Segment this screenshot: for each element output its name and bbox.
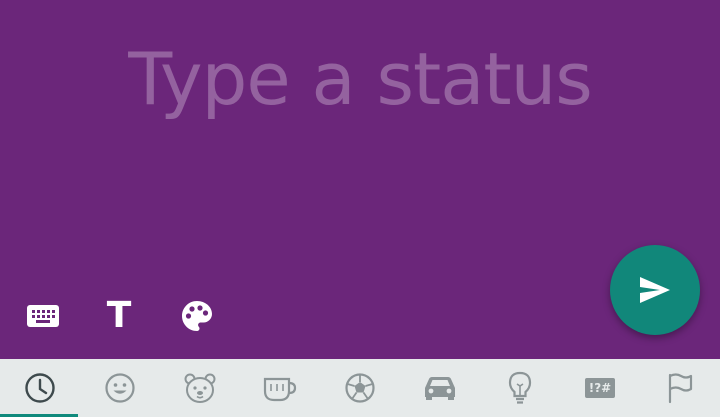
status-input[interactable]: Type a status (0, 34, 720, 124)
flag-icon (668, 373, 693, 404)
tab-symbols[interactable]: !?# (560, 359, 640, 417)
bear-icon (184, 373, 216, 403)
send-icon (640, 277, 670, 303)
tab-food[interactable] (240, 359, 320, 417)
tab-smileys[interactable] (80, 359, 160, 417)
car-icon (425, 377, 455, 400)
palette-button[interactable] (173, 292, 221, 340)
coffee-cup-icon (263, 377, 297, 402)
text-format-icon: T (106, 295, 132, 336)
smiley-icon (105, 373, 135, 403)
keyboard-button[interactable] (19, 292, 67, 340)
symbols-icon-label: !?# (588, 381, 612, 395)
tab-activity[interactable] (320, 359, 400, 417)
palette-icon (182, 301, 212, 331)
lightbulb-icon (508, 371, 532, 404)
tab-animals[interactable] (160, 359, 240, 417)
tab-objects[interactable] (480, 359, 560, 417)
symbols-icon: !?# (585, 378, 615, 398)
send-button[interactable] (610, 245, 700, 335)
text-format-button[interactable]: T (95, 292, 143, 340)
soccer-ball-icon (345, 373, 375, 403)
tab-recent[interactable] (0, 359, 80, 417)
tab-travel[interactable] (400, 359, 480, 417)
tab-flags[interactable] (640, 359, 720, 417)
recent-clock-icon (25, 373, 55, 403)
keyboard-icon (27, 305, 59, 327)
emoji-category-bar: !?# (0, 359, 720, 417)
